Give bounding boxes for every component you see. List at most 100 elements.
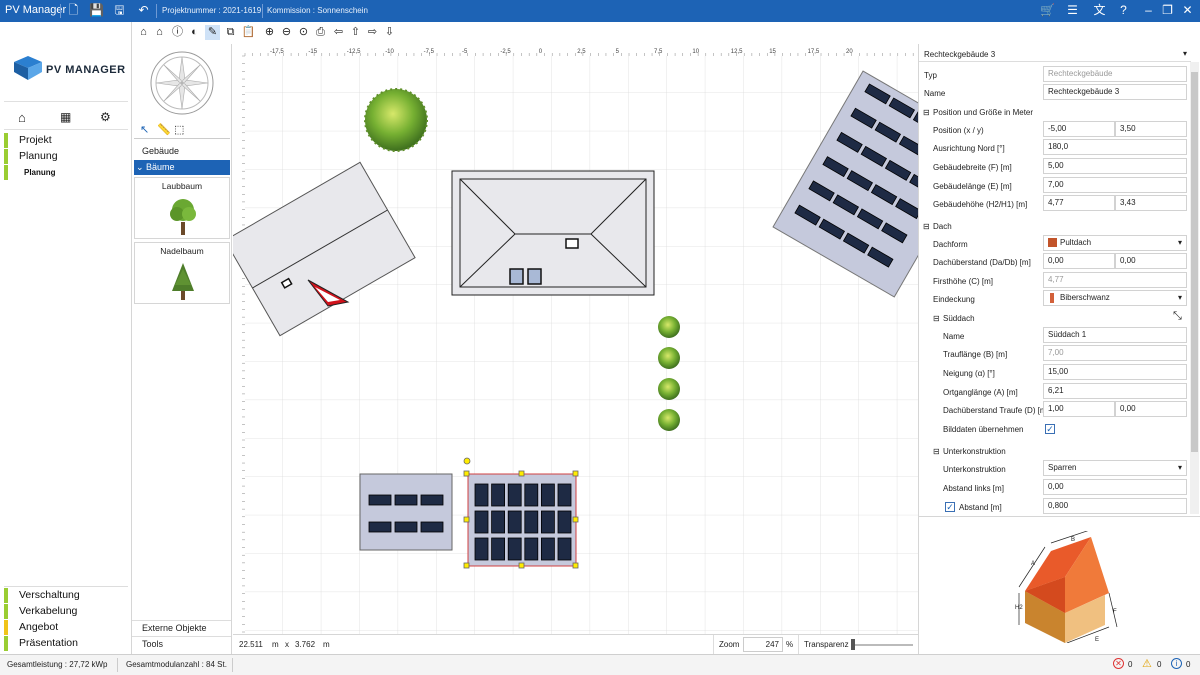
arrow-right-icon[interactable]: ⇨ <box>365 25 380 40</box>
shape-icon[interactable]: ◐ <box>187 25 202 40</box>
building-selected[interactable] <box>463 457 579 569</box>
overhang-b-field[interactable]: 0,00 <box>1115 253 1187 269</box>
pv-module[interactable] <box>420 521 444 533</box>
covering-select[interactable]: Biberschwanz ▾ <box>1043 290 1187 306</box>
transparency-slider[interactable] <box>851 644 913 646</box>
eaveover-b-field[interactable]: 0,00 <box>1115 401 1187 417</box>
overhang-a-field[interactable]: 0,00 <box>1043 253 1115 269</box>
restore-icon[interactable]: ❐ <box>1160 3 1175 18</box>
pv-module[interactable] <box>474 483 489 507</box>
s-name-field[interactable]: Süddach 1 <box>1043 327 1187 343</box>
zoom-page-icon[interactable]: ⎙ <box>313 25 328 40</box>
distance-checkbox[interactable]: ✓ <box>945 502 955 512</box>
warning-icon[interactable]: ⚠ <box>1142 657 1152 670</box>
pv-module[interactable] <box>394 521 418 533</box>
nav-projekt[interactable]: Projekt <box>4 133 128 148</box>
pv-module[interactable] <box>524 537 539 561</box>
sub-select[interactable]: Sparren ▾ <box>1043 460 1187 476</box>
pv-module[interactable] <box>474 537 489 561</box>
pv-module[interactable] <box>524 483 539 507</box>
list-icon[interactable]: ☰ <box>1065 3 1080 18</box>
plan-canvas[interactable]: -17,5 -15 -12,5 -10 -7,5 -5 -2,5 0 2,5 5 7,5 10 12,5… <box>233 44 918 634</box>
dashboard-icon[interactable]: ▦ <box>60 110 71 124</box>
copy-icon[interactable]: ⧉ <box>223 25 238 40</box>
undo-icon[interactable]: ↶ <box>136 3 151 18</box>
scrollbar-thumb[interactable] <box>1191 72 1198 452</box>
tree-small-3[interactable] <box>658 378 680 400</box>
building-pv-bottom-left[interactable] <box>359 473 453 551</box>
collapse-position-icon[interactable]: ⊟ <box>923 108 930 117</box>
roofform-select[interactable]: Pultdach ▾ <box>1043 235 1187 251</box>
name-field[interactable]: Rechteckgebäude 3 <box>1043 84 1187 100</box>
collapse-sub-icon[interactable]: ⊟ <box>933 447 940 456</box>
nav-angebot[interactable]: Angebot <box>4 620 128 635</box>
collapse-south-icon[interactable]: ⊟ <box>933 314 940 323</box>
width-field[interactable]: 5,00 <box>1043 158 1187 174</box>
tilt-field[interactable]: 15,00 <box>1043 364 1187 380</box>
distance-field[interactable]: 0,800 <box>1043 498 1187 514</box>
pv-module[interactable] <box>394 494 418 506</box>
arrow-up-icon[interactable]: ⇧ <box>348 25 363 40</box>
pv-module[interactable] <box>368 494 392 506</box>
home-icon[interactable]: ⌂ <box>18 110 26 125</box>
nav-verkabelung[interactable]: Verkabelung <box>4 604 128 619</box>
pv-module[interactable] <box>507 483 522 507</box>
pv-module[interactable] <box>368 521 392 533</box>
info-icon[interactable]: ⓘ <box>170 25 185 40</box>
minimize-icon[interactable]: – <box>1141 3 1156 18</box>
save-as-icon[interactable]: 🖫 <box>112 3 127 18</box>
collapse-roof-icon[interactable]: ⊟ <box>923 222 930 231</box>
compass-icon[interactable] <box>150 51 214 115</box>
nav-sub-planung[interactable]: Planung <box>4 165 128 180</box>
building-hip-roof[interactable] <box>451 170 655 296</box>
tree-small-1[interactable] <box>658 316 680 338</box>
pv-module[interactable] <box>557 483 572 507</box>
cart-icon[interactable]: 🛒 <box>1040 3 1055 18</box>
pv-module[interactable] <box>507 537 522 561</box>
area-select-icon[interactable]: ⬚ <box>174 123 184 136</box>
tree-small-4[interactable] <box>658 409 680 431</box>
imgdata-checkbox[interactable]: ✓ <box>1045 424 1055 434</box>
measure-tool-icon[interactable]: 📏 <box>157 123 171 136</box>
pv-module[interactable] <box>491 510 506 534</box>
save-icon[interactable]: 💾 <box>89 3 104 18</box>
info-icon[interactable]: i <box>1171 658 1182 669</box>
paste-icon[interactable]: 📋 <box>241 25 256 40</box>
arrow-left-icon[interactable]: ⇦ <box>331 25 346 40</box>
close-icon[interactable]: ✕ <box>1180 3 1195 18</box>
pv-module[interactable] <box>420 494 444 506</box>
object-selector[interactable]: Rechteckgebäude 3 ▾ <box>919 47 1191 62</box>
position-y-field[interactable]: 3,50 <box>1115 121 1187 137</box>
transfer-tool-icon[interactable]: ⤡ <box>1173 310 1182 323</box>
house-icon[interactable]: ⌂ <box>152 25 167 40</box>
position-x-field[interactable]: -5,00 <box>1043 121 1115 137</box>
pv-module[interactable] <box>557 537 572 561</box>
transparency-thumb[interactable] <box>851 639 855 650</box>
zoom-input[interactable]: 247 <box>743 637 783 652</box>
pv-module[interactable] <box>540 483 555 507</box>
arrow-down-icon[interactable]: ⇩ <box>382 25 397 40</box>
zoom-out-icon[interactable]: ⊖ <box>279 25 294 40</box>
height-h2-field[interactable]: 4,77 <box>1043 195 1115 211</box>
pv-module[interactable] <box>474 510 489 534</box>
gable-field[interactable]: 6,21 <box>1043 383 1187 399</box>
left-dist-field[interactable]: 0,00 <box>1043 479 1187 495</box>
catalog-card-conifer[interactable]: Nadelbaum <box>134 242 230 304</box>
eaveover-a-field[interactable]: 1,00 <box>1043 401 1115 417</box>
scrollbar[interactable] <box>1190 62 1199 514</box>
help-icon[interactable]: ? <box>1116 3 1131 18</box>
north-field[interactable]: 180,0 <box>1043 139 1187 155</box>
edit-plan-icon[interactable]: ✎ <box>205 25 220 40</box>
group-buildings[interactable]: Gebäude <box>134 144 230 159</box>
pv-module[interactable] <box>507 510 522 534</box>
height-h1-field[interactable]: 3,43 <box>1115 195 1187 211</box>
nav-planung[interactable]: Planung <box>4 149 128 164</box>
nav-verschaltung[interactable]: Verschaltung <box>4 588 128 603</box>
plan-drawing[interactable]: -17,5 -15 -12,5 -10 -7,5 -5 -2,5 0 2,5 5 7,5 10 12,5… <box>233 44 918 634</box>
new-file-icon[interactable]: 🗋 <box>66 3 81 18</box>
pv-module[interactable] <box>524 510 539 534</box>
length-field[interactable]: 7,00 <box>1043 177 1187 193</box>
translate-icon[interactable]: 文 <box>1092 3 1107 18</box>
add-building-icon[interactable]: ⌂ <box>136 25 151 40</box>
pv-module[interactable] <box>491 537 506 561</box>
